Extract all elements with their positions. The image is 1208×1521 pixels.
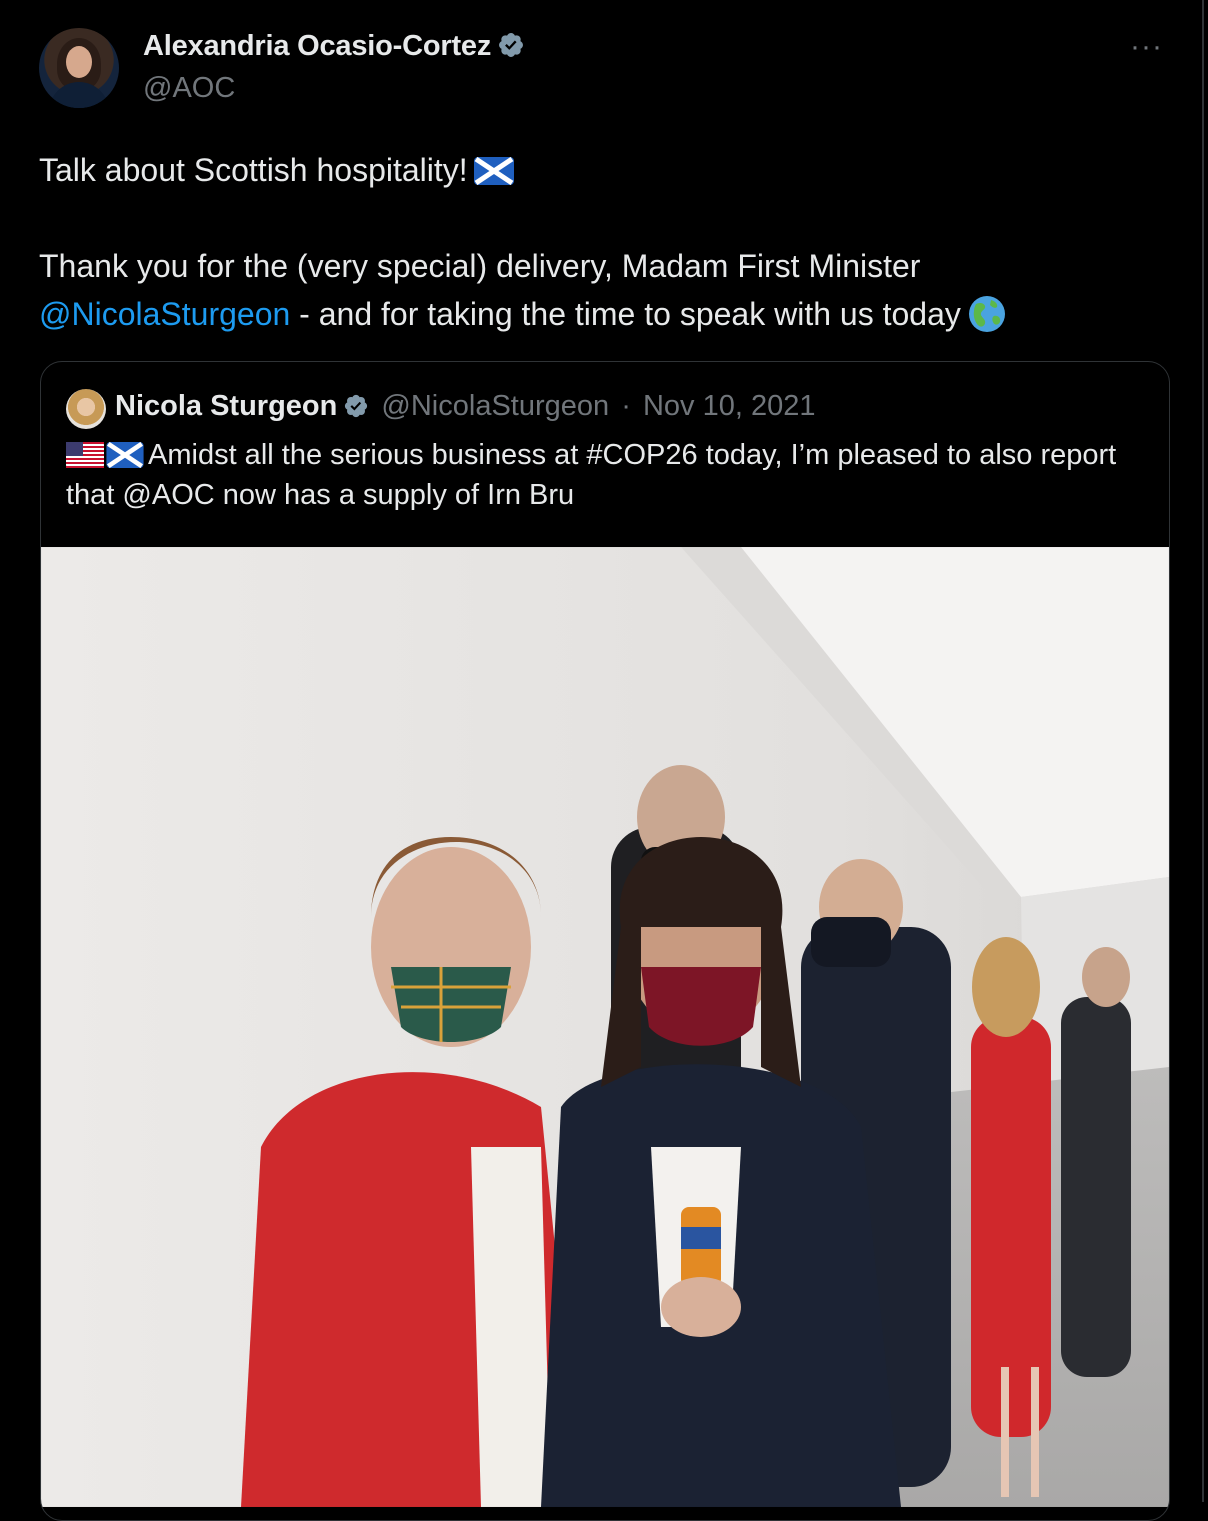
quoted-header: Nicola Sturgeon @NicolaSturgeon · Nov 10… [115,390,815,427]
verified-badge-icon[interactable] [497,31,525,67]
avatar-face [66,46,92,78]
tweet-card: Alexandria Ocasio-Cortez @AOC ··· Talk a… [0,0,1204,1521]
tweet-line-3: @NicolaSturgeon - and for taking the tim… [39,290,1159,338]
globe-americas-icon [967,294,1007,334]
person-background-4 [1061,947,1131,1377]
verified-badge-icon[interactable] [343,393,369,427]
more-options-icon[interactable]: ··· [1130,30,1163,64]
tweet-text: Talk about Scottish hospitality! Thank y… [39,146,1159,338]
tweet-photo[interactable] [41,547,1169,1507]
tweet-line-1-text: Talk about Scottish hospitality! [39,152,468,188]
quoted-tweet[interactable]: Nicola Sturgeon @NicolaSturgeon · Nov 10… [40,361,1170,1521]
mention-link[interactable]: @NicolaSturgeon [39,296,290,332]
us-flag-icon [66,439,104,468]
scotland-flag-icon [473,150,514,186]
quoted-author-avatar[interactable] [66,389,106,429]
scotland-flag-icon [106,439,144,469]
quoted-author-name[interactable]: Nicola Sturgeon [115,390,337,422]
quoted-date[interactable]: Nov 10, 2021 [643,390,816,422]
author-name[interactable]: Alexandria Ocasio-Cortez [143,30,491,62]
tweet-line-1: Talk about Scottish hospitality! [39,146,1159,194]
avatar-torso [49,82,109,108]
author-handle[interactable]: @AOC [143,72,235,105]
quoted-text: Amidst all the serious business at #COP2… [66,435,1146,515]
quoted-text-body: Amidst all the serious business at #COP2… [66,439,1117,511]
tweet-line-2: Thank you for the (very special) deliver… [39,248,921,284]
author-name-row[interactable]: Alexandria Ocasio-Cortez [143,30,525,67]
meta-separator: · [621,390,631,422]
quoted-author-handle[interactable]: @NicolaSturgeon [381,390,609,422]
tweet-line-3-text: - and for taking the time to speak with … [290,296,961,332]
author-avatar[interactable] [39,28,119,108]
